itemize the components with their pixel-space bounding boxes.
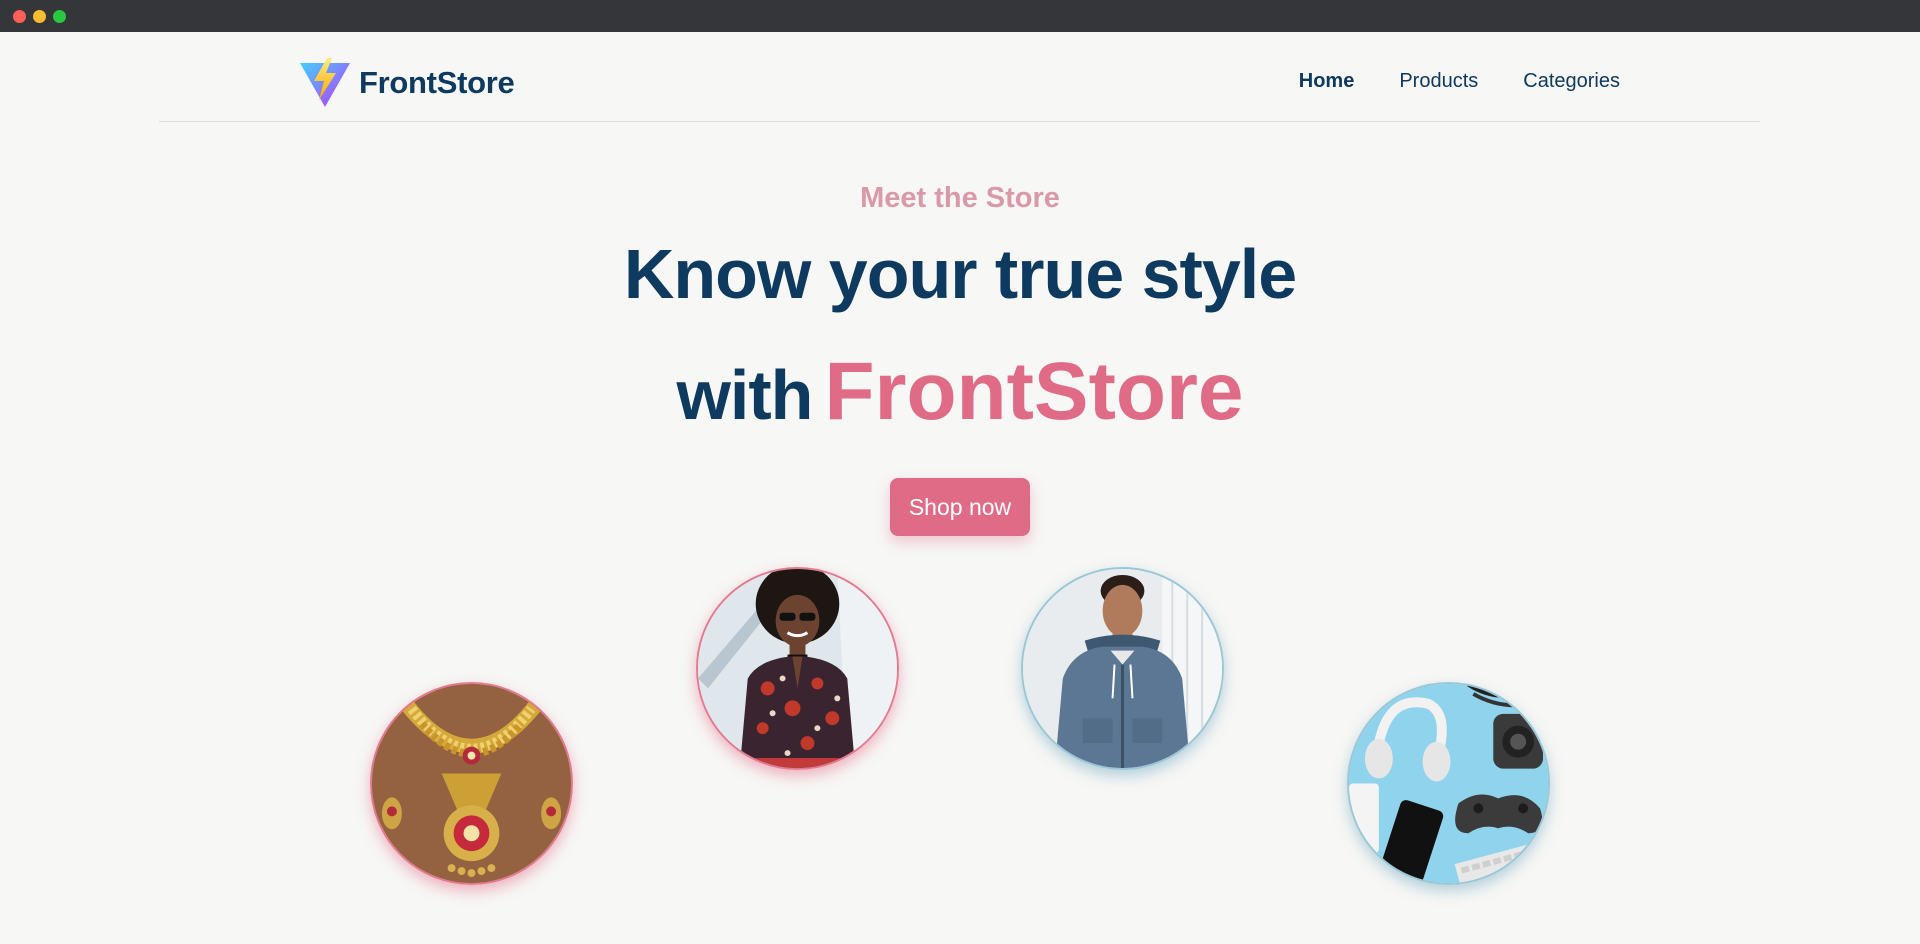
gallery-electronics-image[interactable]: [1347, 682, 1550, 885]
hero-headline-with: with: [676, 356, 813, 434]
lightning-triangle-icon: [300, 58, 350, 107]
nav-home-link[interactable]: Home: [1299, 70, 1355, 93]
nav-categories-link[interactable]: Categories: [1523, 70, 1620, 93]
site-header: FrontStore Home Products Categories: [159, 32, 1760, 122]
gallery-mens-fashion-image[interactable]: [1021, 567, 1224, 770]
main-nav: Home Products Categories: [1299, 70, 1620, 93]
hero-headline-line1: Know your true style: [623, 235, 1297, 313]
window-minimize-button[interactable]: [33, 10, 46, 23]
brand-name: FrontStore: [359, 65, 515, 100]
gallery-womens-fashion-image[interactable]: [696, 567, 899, 770]
brand-logo-link[interactable]: FrontStore: [299, 58, 515, 108]
window-close-button[interactable]: [13, 10, 26, 23]
hero-headline-brand: FrontStore: [824, 346, 1244, 437]
hero-eyebrow: Meet the Store: [860, 182, 1060, 214]
window-maximize-button[interactable]: [53, 10, 66, 23]
window-titlebar: [0, 0, 1920, 32]
nav-products-link[interactable]: Products: [1399, 70, 1478, 93]
gallery-jewelry-image[interactable]: [370, 682, 573, 885]
shop-now-button[interactable]: Shop now: [890, 478, 1030, 536]
hero-headline-line2: with FrontStore: [0, 345, 1920, 439]
